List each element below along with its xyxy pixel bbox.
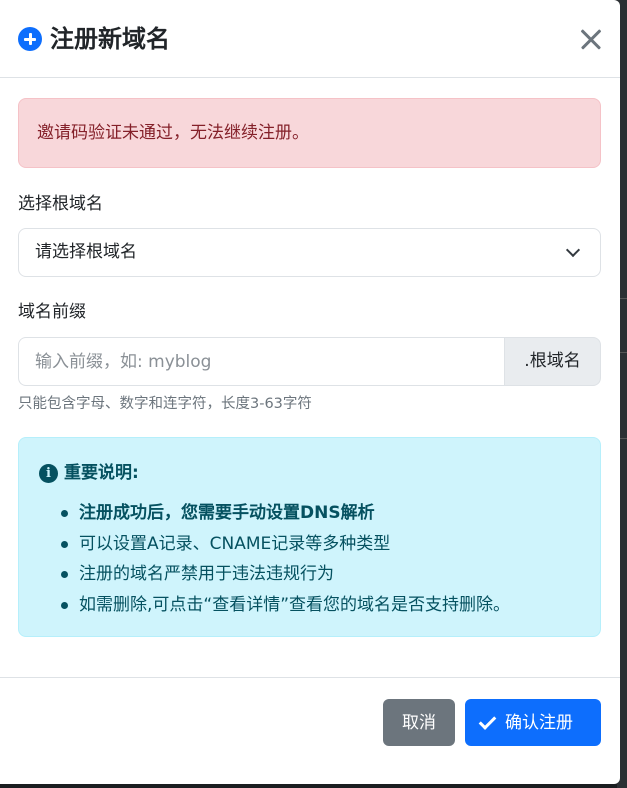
- prefix-label: 域名前缀: [18, 302, 86, 322]
- close-icon[interactable]: [576, 24, 606, 54]
- list-item: 可以设置A记录、CNAME记录等多种类型: [59, 529, 510, 560]
- root-domain-addon: .根域名: [504, 337, 601, 386]
- info-title: 重要说明:: [64, 463, 139, 483]
- root-domain-label: 选择根域名: [18, 194, 103, 214]
- plus-circle-icon: [18, 27, 42, 51]
- info-alert: i 重要说明: 注册成功后，您需要手动设置DNS解析 可以设置A记录、CNAME…: [18, 437, 601, 637]
- error-alert: 邀请码验证未通过，无法继续注册。: [18, 98, 601, 168]
- list-item: 注册的域名严禁用于违法违规行为: [59, 559, 510, 590]
- backdrop-divider: [619, 352, 627, 353]
- modal-header: 注册新域名: [0, 0, 620, 78]
- backdrop-divider: [619, 298, 627, 299]
- backdrop-divider: [619, 438, 627, 439]
- prefix-input-group: .根域名: [18, 337, 601, 386]
- modal-footer: 取消 确认注册: [0, 677, 620, 784]
- info-circle-icon: i: [39, 464, 58, 483]
- cancel-button[interactable]: 取消: [383, 699, 455, 746]
- list-item: 如需删除,可点击“查看详情”查看您的域名是否支持删除。: [59, 590, 510, 621]
- register-domain-modal: 注册新域名 邀请码验证未通过，无法继续注册。 选择根域名 请选择根域名 域名前缀…: [0, 0, 620, 784]
- check-icon: [478, 712, 497, 730]
- info-list: 注册成功后，您需要手动设置DNS解析 可以设置A记录、CNAME记录等多种类型 …: [59, 498, 510, 620]
- prefix-input[interactable]: [18, 337, 504, 386]
- prefix-help-text: 只能包含字母、数字和连字符，长度3-63字符: [18, 396, 312, 412]
- root-domain-selected-value: 请选择根域名: [35, 242, 137, 262]
- confirm-register-label: 确认注册: [505, 713, 573, 732]
- list-item: 注册成功后，您需要手动设置DNS解析: [59, 498, 510, 529]
- root-domain-select[interactable]: 请选择根域名: [18, 228, 601, 277]
- confirm-register-button[interactable]: 确认注册: [465, 699, 601, 746]
- chevron-down-icon: [565, 242, 581, 258]
- modal-title: 注册新域名: [50, 25, 170, 53]
